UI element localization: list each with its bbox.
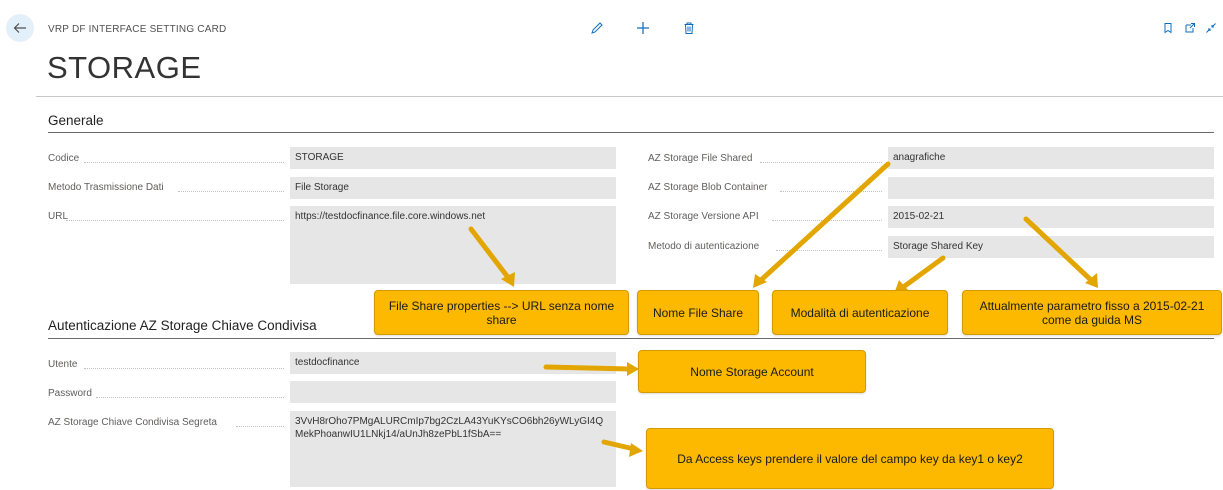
annotation-arrows — [468, 161, 1098, 457]
callout-access-keys: Da Access keys prendere il valore del ca… — [646, 428, 1054, 489]
callout-api-version: Attualmente parametro fisso a 2015-02-21… — [962, 290, 1222, 335]
callout-auth-mode: Modalità di autenticazione — [772, 290, 948, 335]
callout-url: File Share properties --> URL senza nome… — [374, 290, 629, 335]
callout-file-share: Nome File Share — [637, 290, 759, 335]
callout-storage-account: Nome Storage Account — [638, 350, 866, 393]
